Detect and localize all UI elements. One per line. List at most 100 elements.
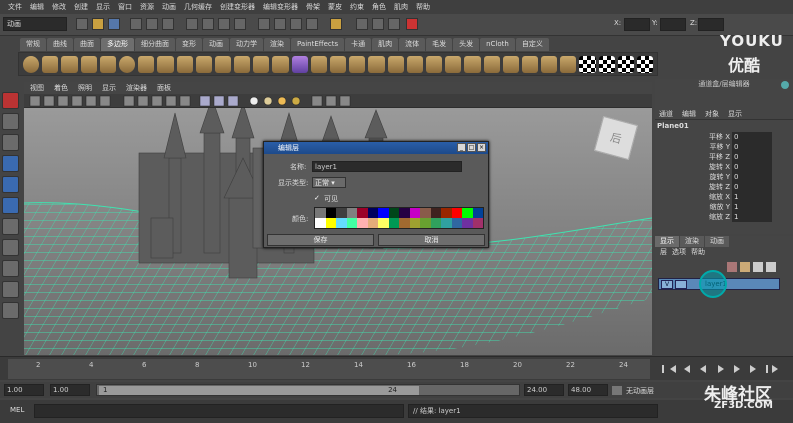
color-swatch[interactable] — [325, 208, 336, 218]
snap-point-icon[interactable] — [218, 18, 230, 30]
attribute-row[interactable]: 旋转 X0 — [655, 162, 793, 172]
vp-menu-show[interactable]: 显示 — [102, 82, 116, 94]
toggle-icon[interactable] — [781, 81, 789, 89]
split-polygon-icon[interactable] — [368, 56, 385, 73]
color-swatch[interactable] — [420, 218, 431, 228]
cb-menu-channels[interactable]: 通道 — [659, 108, 673, 119]
shelf-tab-muscle[interactable]: 肌肉 — [372, 38, 399, 51]
poly-cone-icon[interactable] — [80, 56, 97, 73]
new-layer-icon[interactable] — [727, 262, 737, 272]
checker-icon[interactable] — [579, 56, 596, 73]
time-slider[interactable]: 2 4 6 8 10 12 14 16 18 20 22 24 — [0, 356, 793, 380]
render-settings-icon[interactable] — [306, 18, 318, 30]
layer-option-icon-2[interactable] — [766, 262, 776, 272]
insert-edge-loop-icon[interactable] — [387, 56, 404, 73]
y-coord-field[interactable] — [660, 18, 686, 31]
shelf-tab-ncloth[interactable]: nCloth — [480, 38, 515, 51]
save-scene-icon[interactable] — [108, 18, 120, 30]
shelf-tab-deformation[interactable]: 变形 — [176, 38, 202, 51]
shelf-tab-fluids[interactable]: 流体 — [399, 38, 426, 51]
poly-pyramid-icon[interactable] — [157, 56, 174, 73]
shelf-tab-polygons[interactable]: 多边形 — [101, 38, 134, 51]
color-swatch[interactable] — [378, 208, 389, 218]
snap-curve-icon[interactable] — [202, 18, 214, 30]
outliner-icon[interactable] — [2, 302, 19, 319]
color-swatch[interactable] — [399, 208, 410, 218]
cylindrical-map-icon[interactable] — [521, 56, 539, 73]
attribute-value[interactable]: 0 — [732, 172, 772, 182]
paint-select-icon[interactable] — [2, 134, 19, 151]
color-swatch[interactable] — [472, 218, 483, 228]
vp-menu-shading[interactable]: 着色 — [54, 82, 68, 94]
color-swatch[interactable] — [430, 218, 441, 228]
merge-vertices-icon[interactable] — [425, 56, 443, 73]
viewport-tool-icons[interactable] — [24, 94, 354, 108]
color-swatch[interactable] — [367, 218, 378, 228]
menu-display[interactable]: 显示 — [92, 2, 114, 12]
menu-constrain[interactable]: 约束 — [346, 2, 368, 12]
color-swatch[interactable] — [367, 208, 378, 218]
toggle-tools-icon[interactable] — [388, 18, 400, 30]
color-swatch[interactable] — [462, 218, 473, 228]
menu-help[interactable]: 帮助 — [412, 2, 434, 12]
shelf-tab-dynamics[interactable]: 动力学 — [230, 38, 263, 51]
color-swatch[interactable] — [388, 208, 399, 218]
color-swatch[interactable] — [441, 208, 452, 218]
extrude-icon[interactable] — [310, 56, 327, 73]
layer-tab-display[interactable]: 显示 — [655, 236, 679, 247]
attribute-value[interactable]: 0 — [732, 162, 772, 172]
offset-edge-loop-icon[interactable] — [406, 56, 423, 73]
shelf-tab-general[interactable]: 常规 — [20, 38, 46, 51]
color-swatch[interactable] — [336, 208, 347, 218]
poly-pipe-icon[interactable] — [176, 56, 193, 73]
attribute-value[interactable]: 0 — [732, 132, 772, 142]
color-swatch[interactable] — [315, 218, 326, 228]
bridge-icon[interactable] — [330, 56, 347, 73]
dialog-titlebar[interactable]: 编辑层 _ □ × — [264, 142, 488, 154]
shelf-tab-toon[interactable]: 卡通 — [345, 38, 372, 51]
attribute-value[interactable]: 1 — [732, 212, 772, 222]
attribute-row[interactable]: 旋转 Y0 — [655, 172, 793, 182]
attribute-row[interactable]: 旋转 Z0 — [655, 182, 793, 192]
menu-window[interactable]: 窗口 — [114, 2, 136, 12]
layer-template-toggle[interactable] — [675, 280, 687, 289]
input-line-icon[interactable] — [330, 18, 342, 30]
poly-plane-icon[interactable] — [99, 56, 116, 73]
color-swatch[interactable] — [451, 208, 462, 218]
color-swatch[interactable] — [346, 208, 357, 218]
shelf-tab-rendering[interactable]: 渲染 — [264, 38, 290, 51]
playback-controls[interactable] — [660, 363, 790, 375]
display-type-dropdown[interactable]: 正常 ▾ — [312, 177, 346, 188]
layout-single-icon[interactable] — [2, 260, 19, 277]
visible-checkbox[interactable]: ✓ — [314, 194, 320, 202]
playback-end-field[interactable]: 24.00 — [524, 384, 564, 396]
separate-icon[interactable] — [214, 56, 232, 73]
scale-tool-icon[interactable] — [2, 197, 19, 214]
shelf-tab-curves[interactable]: 曲线 — [47, 38, 73, 51]
snap-plane-icon[interactable] — [234, 18, 246, 30]
layer-visibility-toggle[interactable]: V — [661, 280, 673, 289]
vp-menu-lighting[interactable]: 照明 — [78, 82, 92, 94]
shelf-tab-hair[interactable]: 头发 — [453, 38, 480, 51]
color-swatch[interactable] — [430, 208, 441, 218]
cancel-button[interactable]: 取消 — [378, 234, 485, 246]
shelf-tab-fur[interactable]: 毛发 — [426, 38, 453, 51]
attribute-value[interactable]: 0 — [732, 142, 772, 152]
universal-manip-icon[interactable] — [2, 218, 19, 235]
menu-modify[interactable]: 修改 — [48, 2, 70, 12]
wedge-icon[interactable] — [464, 56, 481, 73]
toggle-sidebar-icon[interactable] — [356, 18, 368, 30]
color-swatch[interactable] — [399, 218, 410, 228]
select-hierarchy-icon[interactable] — [130, 18, 142, 30]
select-component-icon[interactable] — [162, 18, 174, 30]
poke-icon[interactable] — [483, 56, 500, 73]
shelf-tab-custom[interactable]: 自定义 — [515, 38, 549, 51]
menu-edit[interactable]: 编辑 — [26, 2, 48, 12]
boolean-union-icon[interactable] — [253, 56, 270, 73]
save-button[interactable]: 保存 — [267, 234, 374, 246]
vp-menu-renderer[interactable]: 渲染器 — [126, 82, 147, 94]
vp-menu-panels[interactable]: 面板 — [157, 82, 171, 94]
attribute-row[interactable]: 缩放 X1 — [655, 192, 793, 202]
color-swatch[interactable] — [409, 208, 420, 218]
color-swatch[interactable] — [336, 218, 347, 228]
